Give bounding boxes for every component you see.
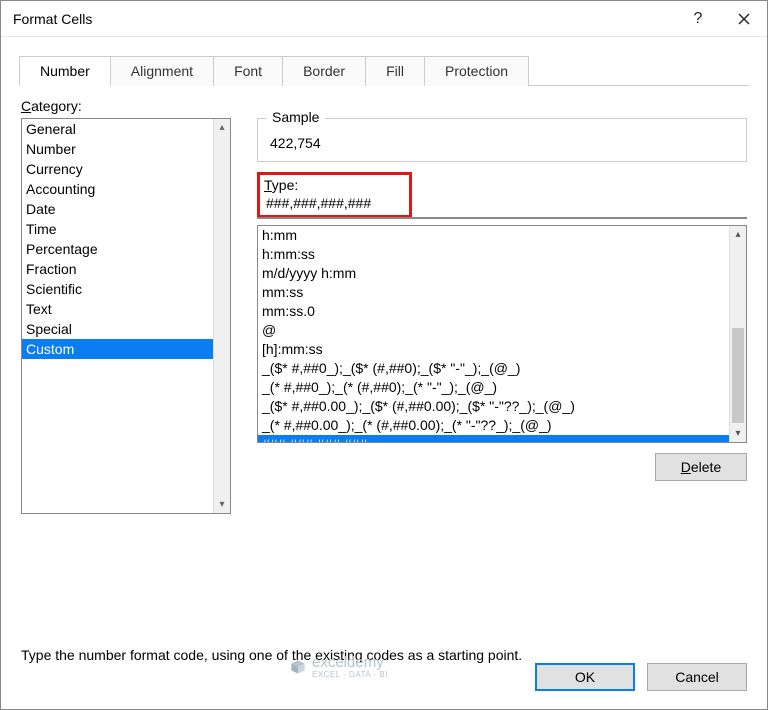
category-item-date[interactable]: Date xyxy=(22,199,230,219)
category-item-time[interactable]: Time xyxy=(22,219,230,239)
format-item[interactable]: _($* #,##0.00_);_($* (#,##0.00);_($* "-"… xyxy=(258,397,746,416)
delete-button[interactable]: Delete xyxy=(655,453,747,481)
category-item-text[interactable]: Text xyxy=(22,299,230,319)
tab-fill[interactable]: Fill xyxy=(365,56,425,86)
type-label: Type: xyxy=(264,177,405,193)
category-item-fraction[interactable]: Fraction xyxy=(22,259,230,279)
format-item[interactable]: m/d/yyyy h:mm xyxy=(258,264,746,283)
ok-button[interactable]: OK xyxy=(535,663,635,691)
format-scrollbar[interactable]: ▴ ▾ xyxy=(729,226,746,442)
cancel-button[interactable]: Cancel xyxy=(647,663,747,691)
scroll-up-icon[interactable]: ▴ xyxy=(730,226,746,243)
format-item-selected[interactable]: ###,###,###,### xyxy=(258,435,746,443)
titlebar: Format Cells ? xyxy=(1,1,767,37)
watermark-tagline: EXCEL · DATA · BI xyxy=(312,671,388,679)
category-item-custom[interactable]: Custom xyxy=(22,339,230,359)
format-item[interactable]: _(* #,##0_);_(* (#,##0);_(* "-"_);_(@_) xyxy=(258,378,746,397)
content-area: Category: General Number Currency Accoun… xyxy=(1,86,767,629)
format-item[interactable]: _($* #,##0_);_($* (#,##0);_($* "-"_);_(@… xyxy=(258,359,746,378)
format-listbox[interactable]: h:mm h:mm:ss m/d/yyyy h:mm mm:ss mm:ss.0… xyxy=(257,225,747,443)
category-scrollbar[interactable]: ▴ ▾ xyxy=(213,119,230,513)
dialog-title: Format Cells xyxy=(13,11,675,27)
format-item[interactable]: h:mm:ss xyxy=(258,245,746,264)
close-icon xyxy=(738,13,750,25)
format-cells-dialog: Format Cells ? Number Alignment Font Bor… xyxy=(0,0,768,710)
format-item[interactable]: h:mm xyxy=(258,226,746,245)
category-listbox[interactable]: General Number Currency Accounting Date … xyxy=(21,118,231,514)
type-input-border xyxy=(257,217,747,219)
tab-protection[interactable]: Protection xyxy=(424,56,529,86)
dialog-footer: exceldemy EXCEL · DATA · BI OK Cancel xyxy=(1,663,767,709)
sample-group: Sample 422,754 xyxy=(257,118,747,162)
help-button[interactable]: ? xyxy=(675,1,721,37)
tab-bar: Number Alignment Font Border Fill Protec… xyxy=(1,37,767,85)
sample-value: 422,754 xyxy=(268,133,736,151)
type-input[interactable] xyxy=(264,195,405,211)
category-item-number[interactable]: Number xyxy=(22,139,230,159)
scroll-up-icon[interactable]: ▴ xyxy=(214,119,230,136)
category-item-accounting[interactable]: Accounting xyxy=(22,179,230,199)
scroll-track[interactable] xyxy=(730,243,746,425)
format-item[interactable]: mm:ss.0 xyxy=(258,302,746,321)
scroll-thumb[interactable] xyxy=(732,328,744,423)
type-highlight: Type: xyxy=(257,172,412,218)
category-item-scientific[interactable]: Scientific xyxy=(22,279,230,299)
scroll-down-icon[interactable]: ▾ xyxy=(730,425,746,442)
tab-border[interactable]: Border xyxy=(282,56,366,86)
category-label: Category: xyxy=(21,98,747,114)
tab-alignment[interactable]: Alignment xyxy=(110,56,214,86)
close-button[interactable] xyxy=(721,1,767,37)
category-item-percentage[interactable]: Percentage xyxy=(22,239,230,259)
format-item[interactable]: mm:ss xyxy=(258,283,746,302)
scroll-down-icon[interactable]: ▾ xyxy=(214,496,230,513)
category-item-currency[interactable]: Currency xyxy=(22,159,230,179)
category-item-special[interactable]: Special xyxy=(22,319,230,339)
format-item[interactable]: [h]:mm:ss xyxy=(258,340,746,359)
hint-text: Type the number format code, using one o… xyxy=(1,629,767,663)
tab-font[interactable]: Font xyxy=(213,56,283,86)
format-item[interactable]: @ xyxy=(258,321,746,340)
category-item-general[interactable]: General xyxy=(22,119,230,139)
tab-number[interactable]: Number xyxy=(19,56,111,86)
format-item[interactable]: _(* #,##0.00_);_(* (#,##0.00);_(* "-"??_… xyxy=(258,416,746,435)
sample-legend: Sample xyxy=(266,109,325,125)
